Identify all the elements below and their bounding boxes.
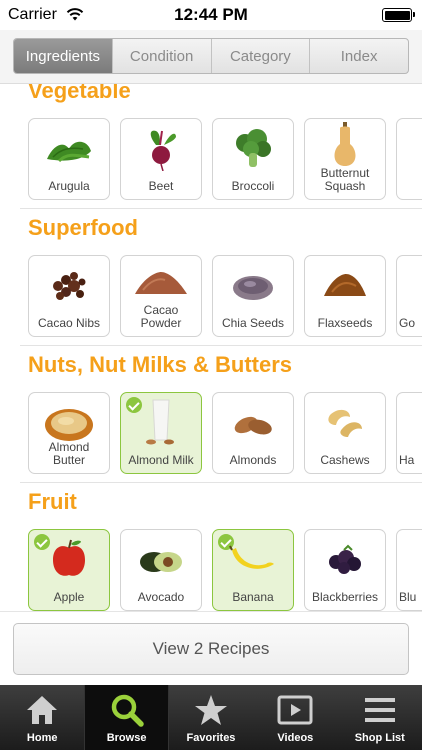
ingredient-label: Blackberries	[311, 590, 379, 604]
ingredient-label: Flaxseeds	[317, 316, 373, 330]
ingredient-label: Cashews	[320, 453, 370, 467]
section-superfood: Superfood Cacao Nibs Cacao Powder Chia S…	[0, 209, 422, 346]
ingredient-list[interactable]: Vegetable Arugula Beet Broccoli Butternu…	[0, 84, 422, 611]
ingredient-label: Apple	[53, 590, 85, 604]
section-title: Fruit	[28, 489, 77, 514]
apple-icon	[53, 539, 85, 576]
ingredient-card-beet[interactable]: Beet	[120, 118, 202, 200]
search-icon	[111, 694, 144, 727]
almond-milk-icon	[146, 399, 174, 445]
ingredient-label: Cacao Nibs	[37, 316, 101, 330]
ingredient-label: Broccoli	[231, 179, 275, 193]
ingredient-card-partial[interactable]	[396, 118, 422, 200]
ingredient-label: Chia Seeds	[221, 316, 285, 330]
ingredient-label: Avocado	[137, 590, 185, 604]
ingredient-card-partial[interactable]: Ha	[396, 392, 422, 474]
banana-icon	[229, 545, 274, 569]
ingredient-card-flaxseeds[interactable]: Flaxseeds	[304, 255, 386, 337]
ingredient-card-cacao-powder[interactable]: Cacao Powder	[120, 255, 202, 337]
ingredient-card-broccoli[interactable]: Broccoli	[212, 118, 294, 200]
status-bar: Carrier 12:44 PM	[0, 0, 422, 30]
video-icon	[277, 695, 313, 725]
ingredient-card-avocado[interactable]: Avocado	[120, 529, 202, 611]
tab-label: Shop List	[354, 732, 405, 744]
blackberries-icon	[329, 544, 361, 574]
ingredient-label: Almond Butter	[48, 440, 90, 467]
ingredient-card-butternut-squash[interactable]: Butternut Squash	[304, 118, 386, 200]
ingredient-label: Ha	[399, 453, 415, 467]
beet-icon	[150, 130, 176, 171]
tab-ingredients[interactable]: Ingredients	[14, 39, 113, 73]
broccoli-icon	[236, 129, 271, 167]
ingredient-card-partial[interactable]: Go	[396, 255, 422, 337]
section-title: Superfood	[28, 215, 138, 240]
ingredient-card-almond-butter[interactable]: Almond Butter	[28, 392, 110, 474]
view-recipes-button[interactable]: View 2 Recipes	[13, 623, 409, 675]
battery-icon	[382, 8, 415, 22]
section-title: Nuts, Nut Milks & Butters	[28, 352, 293, 377]
cacao-nibs-icon	[53, 272, 86, 300]
ingredient-card-arugula[interactable]: Arugula	[28, 118, 110, 200]
tab-shop-list[interactable]: Shop List	[338, 685, 422, 750]
section-vegetable: Vegetable Arugula Beet Broccoli Butternu…	[0, 84, 422, 209]
tab-condition[interactable]: Condition	[113, 39, 212, 73]
section-nuts: Nuts, Nut Milks & Butters Almond Butter	[0, 346, 422, 483]
segmented-control-bar: Ingredients Condition Category Index	[0, 30, 422, 84]
almond-butter-icon	[45, 409, 93, 441]
tab-browse[interactable]: Browse	[84, 685, 169, 750]
home-icon	[27, 696, 58, 724]
cacao-powder-icon	[135, 272, 187, 294]
tab-bar: Home Browse Favorites Videos Shop List	[0, 685, 422, 750]
segmented-control: Ingredients Condition Category Index	[13, 38, 409, 74]
ingredient-label: Banana	[232, 590, 274, 604]
ingredient-card-cacao-nibs[interactable]: Cacao Nibs	[28, 255, 110, 337]
star-icon	[194, 695, 227, 725]
tab-label: Videos	[277, 732, 314, 744]
tab-label: Home	[26, 732, 58, 744]
clock: 12:44 PM	[174, 5, 248, 24]
ingredient-label: Butternut Squash	[320, 166, 370, 193]
avocado-icon	[140, 552, 182, 572]
tab-favorites[interactable]: Favorites	[169, 685, 253, 750]
almonds-icon	[234, 416, 272, 435]
ingredient-label: Beet	[148, 179, 174, 193]
ingredient-card-apple[interactable]: Apple	[28, 529, 110, 611]
ingredient-label: Arugula	[48, 179, 90, 193]
ingredient-card-blackberries[interactable]: Blackberries	[304, 529, 386, 611]
tab-videos[interactable]: Videos	[253, 685, 337, 750]
tab-index[interactable]: Index	[310, 39, 408, 73]
arugula-icon	[47, 141, 91, 163]
butternut-squash-icon	[334, 122, 356, 166]
ingredient-card-cashews[interactable]: Cashews	[304, 392, 386, 474]
ingredient-label: Go	[399, 316, 416, 330]
ingredient-card-almonds[interactable]: Almonds	[212, 392, 294, 474]
list-icon	[364, 698, 395, 722]
tab-home[interactable]: Home	[0, 685, 84, 750]
ingredient-label: Blu	[399, 590, 417, 604]
tab-category[interactable]: Category	[212, 39, 311, 73]
flaxseeds-icon	[324, 274, 366, 296]
ingredient-card-chia-seeds[interactable]: Chia Seeds	[212, 255, 294, 337]
section-title: Vegetable	[28, 84, 131, 103]
section-fruit: Fruit Apple Avocado Banana Blackberries …	[0, 483, 422, 611]
ingredient-label: Cacao Powder	[140, 303, 182, 330]
ingredient-card-almond-milk[interactable]: Almond Milk	[120, 392, 202, 474]
view-recipes-bar: View 2 Recipes	[0, 611, 422, 685]
ingredient-card-banana[interactable]: Banana	[212, 529, 294, 611]
ingredient-label: Almond Milk	[128, 453, 194, 467]
cashews-icon	[328, 409, 362, 437]
tab-label: Favorites	[186, 732, 236, 744]
chia-seeds-icon	[233, 276, 273, 300]
tab-label: Browse	[106, 732, 147, 744]
ingredient-label: Almonds	[229, 453, 277, 467]
ingredient-card-partial[interactable]: Blu	[396, 529, 422, 611]
